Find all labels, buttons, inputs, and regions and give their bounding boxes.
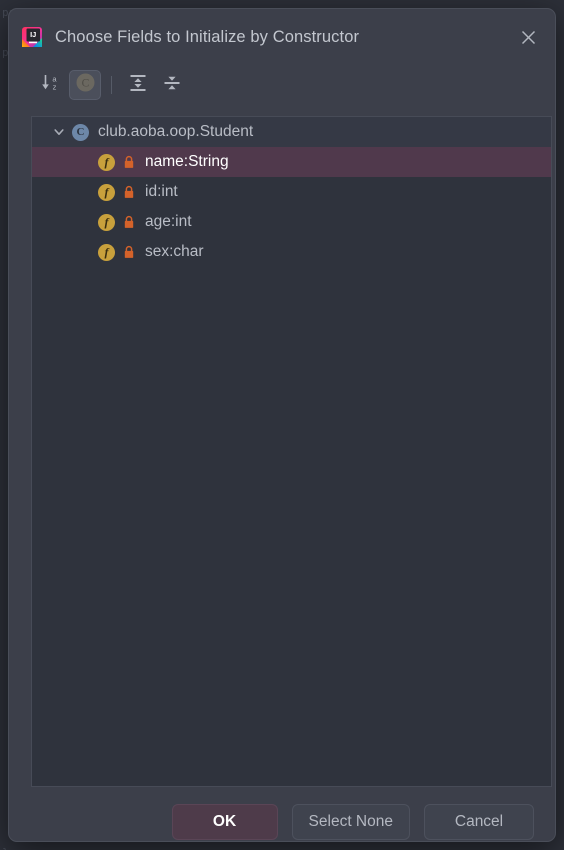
dialog-titlebar: IJ Choose Fields to Initialize by Constr… <box>9 9 555 65</box>
lock-icon <box>122 184 136 200</box>
dialog-button-bar: OK Select None Cancel <box>9 804 555 841</box>
collapse-all-button[interactable] <box>156 70 188 100</box>
svg-text:C: C <box>81 77 89 89</box>
field-label: id:int <box>145 183 178 200</box>
close-icon[interactable] <box>511 20 545 54</box>
tree-row-class[interactable]: C club.aoba.oop.Student <box>32 117 551 147</box>
collapse-all-icon <box>162 73 182 98</box>
tree-row-field-id[interactable]: f id:int <box>32 177 551 207</box>
backdrop-code-line: } <box>2 846 9 850</box>
field-icon: f <box>98 213 115 231</box>
field-icon: f <box>98 243 115 261</box>
show-class-button[interactable]: C <box>69 70 101 100</box>
sort-alphabetically-icon: a z <box>40 73 62 98</box>
svg-text:z: z <box>53 82 57 91</box>
svg-text:IJ: IJ <box>30 30 36 39</box>
lock-icon <box>122 214 136 230</box>
chevron-down-icon[interactable] <box>52 125 66 139</box>
field-label: name:String <box>145 153 229 170</box>
tree-row-field-name[interactable]: f name:String <box>32 147 551 177</box>
fields-tree-panel[interactable]: C club.aoba.oop.Student f name:String f <box>31 116 552 787</box>
dialog-title: Choose Fields to Initialize by Construct… <box>55 27 360 46</box>
tree-row-field-age[interactable]: f age:int <box>32 207 551 237</box>
intellij-idea-logo-icon: IJ <box>21 26 43 48</box>
class-circle-icon: C <box>75 72 96 98</box>
field-icon: f <box>98 153 115 171</box>
field-icon: f <box>98 183 115 201</box>
lock-icon <box>122 244 136 260</box>
cancel-button[interactable]: Cancel <box>424 804 534 840</box>
ok-button[interactable]: OK <box>171 804 278 840</box>
expand-all-icon <box>128 73 148 98</box>
tree-row-field-sex[interactable]: f sex:char <box>32 237 551 267</box>
class-icon: C <box>72 123 89 141</box>
dialog-toolbar: a z C <box>9 65 555 105</box>
field-label: age:int <box>145 213 192 230</box>
sort-alphabetically-button[interactable]: a z <box>35 70 67 100</box>
select-none-button[interactable]: Select None <box>291 804 410 840</box>
class-node-label: club.aoba.oop.Student <box>98 123 254 140</box>
toolbar-separator <box>111 76 112 94</box>
field-label: sex:char <box>145 243 204 260</box>
expand-all-button[interactable] <box>122 70 154 100</box>
choose-fields-dialog: IJ Choose Fields to Initialize by Constr… <box>8 8 556 842</box>
lock-icon <box>122 154 136 170</box>
